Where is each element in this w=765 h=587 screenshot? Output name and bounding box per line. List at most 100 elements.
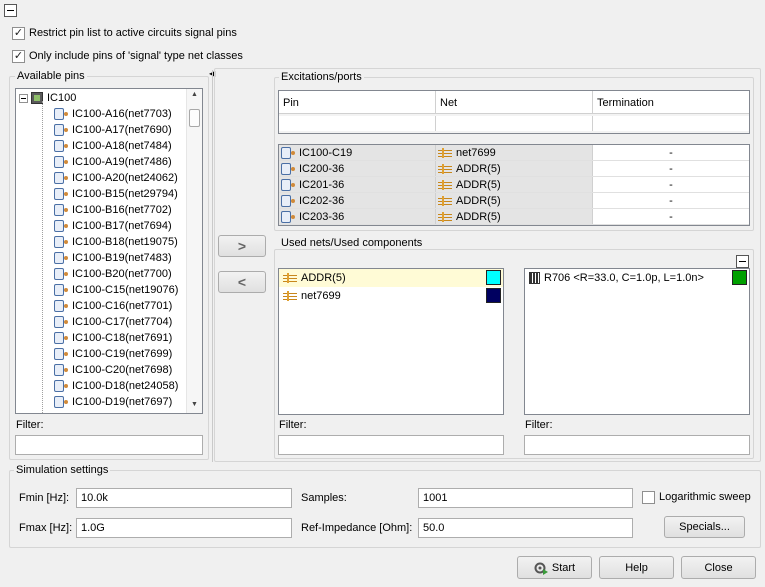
available-pins-tree[interactable]: IC100 IC100-A16(net7703) IC100-A17(net7690…	[15, 88, 203, 414]
excitation-termination-text: -	[669, 178, 673, 191]
specials-label: Specials...	[679, 521, 730, 533]
tree-pin-item[interactable]: IC100-A20(net24062)	[54, 170, 178, 186]
excitation-net-cell[interactable]: ADDR(5)	[436, 177, 593, 192]
excitation-termination-cell[interactable]: -	[593, 177, 749, 192]
tree-pin-item[interactable]: IC100-B16(net7702)	[54, 202, 172, 218]
excitation-termination-cell[interactable]: -	[593, 161, 749, 176]
used-net-item[interactable]: ADDR(5)	[279, 269, 503, 287]
tree-pin-item[interactable]: IC100-D18(net24058)	[54, 378, 178, 394]
excitation-row[interactable]: IC203-36 ADDR(5) -	[279, 209, 749, 225]
tree-pin-item[interactable]: IC100-A16(net7703)	[54, 106, 172, 122]
tree-pin-item[interactable]: IC100-B15(net29794)	[54, 186, 178, 202]
excitation-row[interactable]: IC100-C19 net7699 -	[279, 145, 749, 161]
tree-pin-item[interactable]: IC100-B20(net7700)	[54, 266, 172, 282]
ref-impedance-input[interactable]: 50.0	[418, 518, 633, 538]
pins-scrollbar[interactable]: ▲ ▼	[186, 89, 202, 413]
tree-pin-label: IC100-C17(net7704)	[72, 316, 173, 328]
nets-filter-input[interactable]	[278, 435, 504, 455]
tree-pin-item[interactable]: IC100-A19(net7486)	[54, 154, 172, 170]
excitation-net-cell[interactable]: net7699	[436, 145, 593, 160]
help-button[interactable]: Help	[599, 556, 674, 579]
excitation-termination-cell[interactable]: -	[593, 209, 749, 224]
start-button[interactable]: Start	[517, 556, 592, 579]
col-pin-header[interactable]: Pin	[279, 91, 436, 114]
pin-icon	[54, 380, 68, 392]
tree-pin-item[interactable]: IC100-C15(net19076)	[54, 282, 178, 298]
excitation-row[interactable]: IC201-36 ADDR(5) -	[279, 177, 749, 193]
termination-filter-cell[interactable]	[593, 116, 749, 131]
components-filter-input[interactable]	[524, 435, 750, 455]
tree-pin-label: IC100-C19(net7699)	[72, 348, 173, 360]
collapse-expander-icon[interactable]	[19, 93, 28, 103]
pin-icon	[281, 162, 295, 175]
net-color-swatch[interactable]	[486, 270, 501, 285]
excitation-row[interactable]: IC202-36 ADDR(5) -	[279, 193, 749, 209]
tree-root-ic100[interactable]: IC100	[19, 90, 76, 106]
pins-filter-input[interactable]	[15, 435, 203, 455]
samples-input[interactable]: 1001	[418, 488, 633, 508]
excitation-row[interactable]: IC200-36 ADDR(5) -	[279, 161, 749, 177]
used-nets-list[interactable]: ADDR(5) net7699	[278, 268, 504, 415]
scroll-thumb[interactable]	[189, 109, 200, 127]
log-sweep-option[interactable]: ✓ Logarithmic sweep	[642, 489, 751, 505]
tree-pin-item[interactable]: IC100-C19(net7699)	[54, 346, 172, 362]
tree-pin-item[interactable]: IC100-C20(net7698)	[54, 362, 172, 378]
component-color-swatch[interactable]	[732, 270, 747, 285]
excitation-net-cell[interactable]: ADDR(5)	[436, 161, 593, 176]
ref-impedance-label: Ref-Impedance [Ohm]:	[301, 522, 413, 534]
used-components-list[interactable]: R706 <R=33.0, C=1.0p, L=1.0n>	[524, 268, 750, 415]
fmax-label: Fmax [Hz]:	[19, 522, 73, 534]
used-component-item[interactable]: R706 <R=33.0, C=1.0p, L=1.0n>	[525, 269, 749, 287]
tree-pin-item[interactable]: IC100-A17(net7690)	[54, 122, 172, 138]
signal-only-label: Only include pins of 'signal' type net c…	[29, 50, 243, 62]
restrict-pins-option[interactable]: ✓ Restrict pin list to active circuits s…	[12, 25, 237, 41]
excitation-pin-cell[interactable]: IC201-36	[279, 177, 436, 192]
signal-only-option[interactable]: ✓ Only include pins of 'signal' type net…	[12, 48, 243, 64]
tree-pin-item[interactable]: IC100-B17(net7694)	[54, 218, 172, 234]
close-button[interactable]: Close	[681, 556, 756, 579]
excitation-pin-cell[interactable]: IC202-36	[279, 193, 436, 208]
pin-icon	[54, 300, 68, 312]
excitation-pin-cell[interactable]: IC203-36	[279, 209, 436, 224]
excitation-pin-text: IC202-36	[299, 194, 345, 207]
tree-pin-item[interactable]: IC100-C18(net7691)	[54, 330, 172, 346]
log-sweep-checkbox[interactable]: ✓	[642, 490, 655, 504]
excitation-termination-cell[interactable]: -	[593, 145, 749, 160]
pins-filter-label: Filter:	[16, 419, 44, 431]
excitation-net-cell[interactable]: ADDR(5)	[436, 209, 593, 224]
net-color-swatch[interactable]	[486, 288, 501, 303]
excitation-pin-cell[interactable]: IC100-C19	[279, 145, 436, 160]
fmax-input[interactable]: 1.0G	[76, 518, 292, 538]
excitations-title: Excitations/ports	[279, 71, 364, 83]
col-net-header[interactable]: Net	[436, 91, 593, 114]
pin-icon	[54, 156, 68, 168]
scroll-down-arrow[interactable]: ▼	[187, 399, 202, 411]
excitation-net-cell[interactable]: ADDR(5)	[436, 193, 593, 208]
net-icon	[438, 195, 452, 206]
tree-pin-item[interactable]: IC100-C17(net7704)	[54, 314, 172, 330]
pin-filter-cell[interactable]	[279, 116, 436, 131]
excitation-pin-cell[interactable]: IC200-36	[279, 161, 436, 176]
collapse-used-button[interactable]	[736, 255, 749, 268]
tree-pin-item[interactable]: IC100-D19(net7697)	[54, 394, 172, 410]
net-icon	[438, 163, 452, 174]
excitation-termination-cell[interactable]: -	[593, 193, 749, 208]
tree-pin-item[interactable]: IC100-A18(net7484)	[54, 138, 172, 154]
tree-pin-item[interactable]: IC100-B18(net19075)	[54, 234, 178, 250]
available-pins-title: Available pins	[15, 70, 87, 82]
tree-pin-item[interactable]: IC100-C16(net7701)	[54, 298, 172, 314]
collapse-options-button[interactable]	[4, 4, 17, 17]
nets-filter-label: Filter:	[279, 419, 307, 431]
net-filter-cell[interactable]	[436, 116, 593, 131]
used-net-item[interactable]: net7699	[279, 287, 503, 305]
fmin-input[interactable]: 10.0k	[76, 488, 292, 508]
restrict-pins-checkbox[interactable]: ✓	[12, 26, 25, 40]
signal-only-checkbox[interactable]: ✓	[12, 49, 25, 63]
panel-splitter[interactable]	[212, 70, 213, 462]
pin-icon	[54, 348, 68, 360]
specials-button[interactable]: Specials...	[664, 516, 745, 538]
tree-pin-label: IC100-B19(net7483)	[72, 252, 172, 264]
col-termination-header[interactable]: Termination	[593, 91, 749, 114]
scroll-up-arrow[interactable]: ▲	[187, 89, 202, 101]
tree-pin-item[interactable]: IC100-B19(net7483)	[54, 250, 172, 266]
